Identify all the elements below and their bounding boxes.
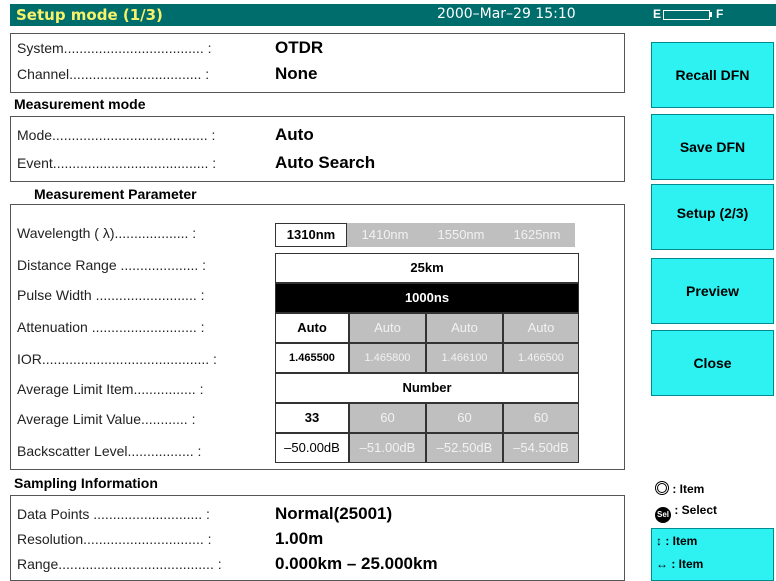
legend-item-knob: : Item [655, 481, 704, 496]
data-points-value: Normal(25001) [275, 504, 393, 523]
rotary-knob-icon [655, 481, 669, 495]
main-panel: System..................................… [10, 30, 643, 581]
system-group: System..................................… [10, 33, 625, 93]
average-limit-value-3[interactable]: 60 [426, 403, 503, 433]
distance-range-label: Distance Range .................... : [17, 257, 207, 273]
average-limit-value-1[interactable]: 33 [275, 403, 349, 433]
average-limit-item-label: Average Limit Item................ : [17, 381, 204, 397]
attenuation-cell-2[interactable]: Auto [349, 313, 426, 343]
measurement-parameter-group: Wavelength ( λ)................... : Dis… [10, 204, 625, 470]
legend-arrow-leftright: ↔ : Item [656, 557, 704, 571]
attenuation-cell-3[interactable]: Auto [426, 313, 503, 343]
battery-icon [663, 10, 710, 20]
system-label: System..................................… [17, 40, 212, 56]
measurement-parameter-heading: Measurement Parameter [34, 186, 197, 202]
wavelength-1410-tab[interactable]: 1410nm [347, 223, 423, 247]
backscatter-cell-3[interactable]: –52.50dB [426, 433, 503, 463]
average-limit-value-4[interactable]: 60 [503, 403, 579, 433]
measurement-mode-group: Mode....................................… [10, 116, 625, 182]
sampling-group: Data Points ............................… [10, 495, 625, 581]
backscatter-cell-2[interactable]: –51.00dB [349, 433, 426, 463]
range-value: 0.000km – 25.000km [275, 554, 438, 573]
mode-value: Auto [275, 125, 314, 144]
average-limit-item-field[interactable]: Number [275, 373, 579, 403]
system-value: OTDR [275, 38, 324, 57]
backscatter-level-label: Backscatter Level................. : [17, 443, 202, 459]
event-value: Auto Search [275, 153, 376, 172]
data-points-label: Data Points ............................… [17, 506, 210, 522]
battery-empty-label: E [653, 7, 662, 21]
attenuation-cell-1[interactable]: Auto [275, 313, 349, 343]
close-button[interactable]: Close [651, 330, 774, 396]
sidebar: Recall DFN Save DFN Setup (2/3) Preview … [643, 30, 776, 581]
range-label: Range...................................… [17, 556, 222, 572]
wavelength-1550-tab[interactable]: 1550nm [423, 223, 499, 247]
event-label: Event...................................… [17, 155, 217, 171]
attenuation-cell-4[interactable]: Auto [503, 313, 579, 343]
measurement-mode-heading: Measurement mode [14, 96, 146, 112]
attenuation-label: Attenuation ........................... … [17, 319, 205, 335]
datetime: 2000–Mar–29 15:10 [437, 6, 576, 22]
pulse-width-label: Pulse Width .......................... : [17, 287, 205, 303]
distance-range-field[interactable]: 25km [275, 253, 579, 283]
channel-label: Channel.................................… [17, 66, 210, 82]
pulse-width-field[interactable]: 1000ns [275, 283, 579, 313]
backscatter-cell-1[interactable]: –50.00dB [275, 433, 349, 463]
backscatter-cell-4[interactable]: –54.50dB [503, 433, 579, 463]
ior-cell-4[interactable]: 1.466500 [503, 343, 579, 373]
resolution-label: Resolution..............................… [17, 531, 212, 547]
ior-label: IOR.....................................… [17, 351, 217, 367]
setup-2-3-button[interactable]: Setup (2/3) [651, 184, 774, 250]
select-button-icon: Sel [655, 507, 671, 523]
channel-value: None [275, 64, 318, 83]
sampling-heading: Sampling Information [14, 475, 158, 491]
up-down-arrow-icon: ↕ [656, 534, 662, 548]
average-limit-value-label: Average Limit Value............ : [17, 411, 196, 427]
battery-tip [709, 12, 712, 17]
ior-cell-2[interactable]: 1.465800 [349, 343, 426, 373]
mode-label: Mode....................................… [17, 127, 216, 143]
average-limit-value-2[interactable]: 60 [349, 403, 426, 433]
save-dfn-button[interactable]: Save DFN [651, 114, 774, 180]
title-bar: Setup mode (1/3) 2000–Mar–29 15:10 [10, 4, 643, 26]
wavelength-1310-tab[interactable]: 1310nm [275, 223, 347, 247]
resolution-value: 1.00m [275, 529, 324, 548]
ior-cell-1[interactable]: 1.465500 [275, 343, 349, 373]
page-title: Setup mode (1/3) [16, 6, 163, 24]
preview-button[interactable]: Preview [651, 258, 774, 324]
battery-full-label: F [716, 7, 724, 21]
battery-indicator: E F [643, 4, 776, 26]
arrow-legend-box: ↕ : Item ↔ : Item [651, 528, 774, 581]
legend-select: Sel : Select [655, 503, 717, 523]
left-right-arrow-icon: ↔ [656, 557, 668, 571]
wavelength-label: Wavelength ( λ)................... : [17, 225, 197, 241]
wavelength-1625-tab[interactable]: 1625nm [499, 223, 575, 247]
legend-arrow-updown: ↕ : Item [656, 534, 698, 548]
ior-cell-3[interactable]: 1.466100 [426, 343, 503, 373]
recall-dfn-button[interactable]: Recall DFN [651, 42, 774, 108]
